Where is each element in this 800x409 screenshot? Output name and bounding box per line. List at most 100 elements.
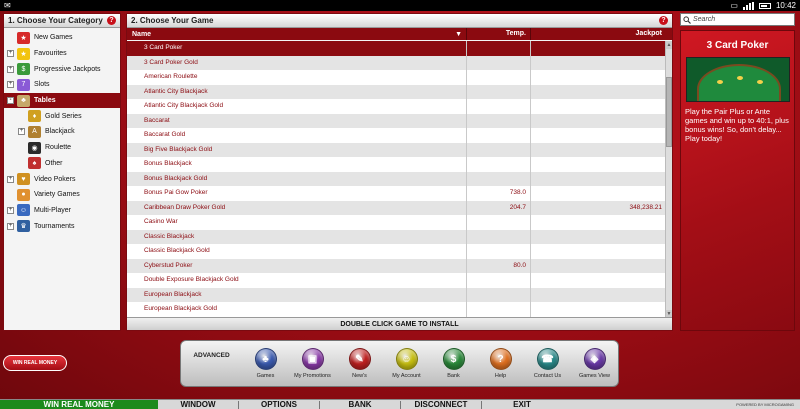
table-row[interactable]: 3 Card Poker [127, 41, 666, 56]
table-row[interactable]: Caribbean Draw Poker Gold 204.7 348,238.21 [127, 200, 666, 215]
variety-games-icon: ● [17, 188, 30, 201]
cell-jackpot [531, 128, 666, 143]
category-panel-header: 1. Choose Your Category ? [4, 14, 120, 28]
column-name-header[interactable]: Name ▼ [127, 28, 467, 40]
news-icon[interactable]: ✎ [348, 348, 371, 370]
table-row[interactable]: Baccarat Gold [127, 128, 666, 143]
cell-name: Cyberstud Poker [127, 258, 467, 273]
games-icon[interactable]: ♣ [254, 348, 277, 370]
table-row[interactable]: Casino War [127, 215, 666, 230]
expand-icon[interactable]: + [7, 50, 14, 58]
contact-us-button[interactable]: ☎ Contact Us [524, 348, 571, 379]
games-help-icon[interactable]: ? [659, 16, 668, 25]
dock-button-label: My Promotions [294, 373, 331, 379]
jackpot-icon: $ [17, 63, 30, 76]
promotions-icon[interactable]: ▣ [301, 348, 324, 370]
table-row[interactable]: European Blackjack [127, 287, 666, 302]
sort-down-icon[interactable]: ▼ [455, 31, 462, 38]
category-item-slots[interactable]: +7 Slots [4, 77, 120, 93]
scroll-up-icon[interactable]: ▲ [666, 41, 672, 49]
search-box[interactable]: Search [680, 13, 795, 26]
cell-temp [467, 157, 531, 172]
games-scrollbar[interactable]: ▲ ▼ [665, 41, 672, 318]
notification-icon: ✉ [4, 1, 11, 10]
table-row[interactable]: Atlantic City Blackjack [127, 84, 666, 99]
category-item-video-pokers[interactable]: + ♥ Video Pokers [4, 171, 120, 187]
advanced-label[interactable]: ADVANCED [181, 352, 242, 359]
promo-panel[interactable]: 3 Card Poker Play the Pair Plus or Ante … [680, 30, 795, 331]
search-icon [681, 14, 693, 25]
cell-temp [467, 41, 531, 56]
menu-options[interactable]: OPTIONS [239, 400, 319, 409]
cell-name: Bonus Pai Gow Poker [127, 186, 467, 201]
category-item-blackjack[interactable]: + A Blackjack [4, 124, 120, 140]
my-promotions-button[interactable]: ▣ My Promotions [289, 348, 336, 379]
column-jackpot-header[interactable]: Jackpot [531, 28, 666, 40]
games-view-button[interactable]: ◈ Games View [571, 348, 618, 379]
screen-icon: ▭ [730, 1, 738, 10]
contact-icon[interactable]: ☎ [536, 348, 559, 370]
category-item-tournaments[interactable]: + ♛ Tournaments [4, 218, 120, 234]
promo-title: 3 Card Poker [706, 40, 769, 51]
table-row[interactable]: Bonus Blackjack Gold [127, 171, 666, 186]
search-placeholder[interactable]: Search [693, 16, 715, 23]
scroll-thumb[interactable] [666, 77, 672, 147]
dock-button-label: Contact Us [533, 373, 562, 379]
table-row[interactable]: European Blackjack Gold [127, 302, 666, 317]
star-icon: ★ [17, 47, 30, 60]
expand-icon[interactable]: + [7, 65, 14, 73]
collapse-icon[interactable]: - [7, 97, 14, 105]
menu-bank[interactable]: BANK [320, 400, 400, 409]
cell-temp [467, 215, 531, 230]
category-label: Tournaments [34, 222, 75, 230]
help-button[interactable]: ? Help [477, 348, 524, 379]
games-view-icon[interactable]: ◈ [583, 348, 606, 370]
category-item-favourites[interactable]: + ★ Favourites [4, 46, 120, 62]
new-s-button[interactable]: ✎ New's [336, 348, 383, 379]
category-item-new-games[interactable]: ★ New Games [4, 30, 120, 46]
menu-exit[interactable]: EXIT [482, 400, 562, 409]
cell-name: European Blackjack Gold [127, 302, 467, 317]
cell-temp [467, 70, 531, 85]
expand-icon[interactable]: + [7, 222, 14, 230]
table-row[interactable]: 3 Card Poker Gold [127, 55, 666, 70]
games-button[interactable]: ♣ Games [242, 348, 289, 379]
account-icon[interactable]: ☺ [395, 348, 418, 370]
category-item-other[interactable]: ♠ Other [4, 156, 120, 172]
win-real-money-button[interactable]: WIN REAL MONEY [3, 355, 67, 371]
category-help-icon[interactable]: ? [107, 16, 116, 25]
help-icon[interactable]: ? [489, 348, 512, 370]
table-row[interactable]: American Roulette [127, 70, 666, 85]
my-account-button[interactable]: ☺ My Account [383, 348, 430, 379]
table-row[interactable]: Big Five Blackjack Gold [127, 142, 666, 157]
signal-icon [742, 1, 754, 10]
table-row[interactable]: Bonus Blackjack [127, 157, 666, 172]
table-row[interactable]: Baccarat [127, 113, 666, 128]
table-row[interactable]: Atlantic City Blackjack Gold [127, 99, 666, 114]
category-label: Other [45, 159, 63, 167]
expand-icon[interactable]: + [7, 175, 14, 183]
category-item-multi-player[interactable]: + ☺ Multi-Player [4, 203, 120, 219]
table-row[interactable]: Double Exposure Blackjack Gold [127, 273, 666, 288]
category-item-variety-games[interactable]: ● Variety Games [4, 187, 120, 203]
menu-disconnect[interactable]: DISCONNECT [401, 400, 481, 409]
expand-icon[interactable]: + [7, 81, 14, 89]
category-item-tables[interactable]: - ♣ Tables [4, 92, 120, 109]
bank-button[interactable]: $ Bank [430, 348, 477, 379]
menu-win-real-money[interactable]: WIN REAL MONEY [0, 400, 158, 409]
table-row[interactable]: Classic Blackjack [127, 229, 666, 244]
menu-window[interactable]: WINDOW [158, 400, 238, 409]
games-table-header: Name ▼ Temp. Jackpot [127, 28, 672, 40]
category-item-roulette[interactable]: ◉ Roulette [4, 140, 120, 156]
expand-icon[interactable]: + [7, 206, 14, 214]
cell-temp [467, 244, 531, 259]
table-row[interactable]: Classic Blackjack Gold [127, 244, 666, 259]
expand-icon[interactable]: + [18, 128, 25, 136]
category-item-progressive-jackpots[interactable]: + $ Progressive Jackpots [4, 61, 120, 77]
table-row[interactable]: Cyberstud Poker 80.0 [127, 258, 666, 273]
column-temp-header[interactable]: Temp. [467, 28, 531, 40]
category-item-gold-series[interactable]: ♦ Gold Series [4, 108, 120, 124]
cell-jackpot: 348,238.21 [629, 203, 662, 211]
bank-icon[interactable]: $ [442, 348, 465, 370]
table-row[interactable]: Bonus Pai Gow Poker 738.0 [127, 186, 666, 201]
